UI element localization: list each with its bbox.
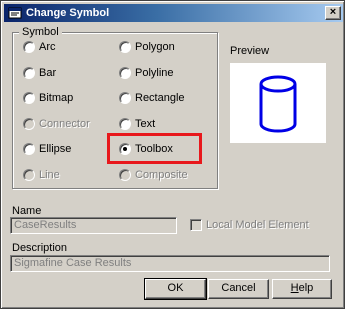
- radio-rectangle[interactable]: Rectangle: [119, 91, 185, 105]
- description-label: Description: [12, 242, 68, 254]
- radio-bar[interactable]: Bar: [23, 66, 56, 80]
- radio-arc[interactable]: Arc: [23, 40, 56, 54]
- radio-button[interactable]: [119, 118, 131, 130]
- radio-line: Line: [23, 168, 60, 182]
- change-symbol-dialog: Change Symbol × Symbol Arc Polygon Bar P…: [0, 0, 345, 309]
- radio-label: Bar: [39, 67, 57, 79]
- radio-button: [23, 169, 35, 181]
- radio-label: Line: [39, 169, 60, 181]
- radio-label: Bitmap: [39, 92, 74, 104]
- preview-label: Preview: [230, 45, 270, 57]
- radio-label: Rectangle: [135, 92, 185, 104]
- radio-button[interactable]: [23, 143, 35, 155]
- toolbox-highlight-annotation: [107, 133, 202, 164]
- help-button[interactable]: Help: [272, 279, 332, 299]
- radio-composite: Composite: [119, 168, 188, 182]
- dialog-icon: [8, 7, 22, 19]
- radio-button[interactable]: [23, 41, 35, 53]
- cancel-button[interactable]: Cancel: [208, 279, 269, 299]
- window-title: Change Symbol: [26, 7, 110, 19]
- help-label-rest: elp: [298, 282, 314, 294]
- radio-button[interactable]: [23, 67, 35, 79]
- symbol-group-label: Symbol: [19, 25, 62, 39]
- radio-label: Composite: [135, 169, 188, 181]
- radio-label: Arc: [39, 41, 56, 53]
- radio-polyline[interactable]: Polyline: [119, 66, 174, 80]
- radio-button[interactable]: [119, 67, 131, 79]
- description-field[interactable]: Sigmafine Case Results: [10, 255, 330, 272]
- radio-button: [119, 169, 131, 181]
- radio-label: Polyline: [135, 67, 174, 79]
- checkbox-label: Local Model Element: [206, 219, 309, 231]
- radio-ellipse[interactable]: Ellipse: [23, 142, 71, 156]
- local-model-element-checkbox[interactable]: Local Model Element: [190, 218, 309, 232]
- radio-button[interactable]: [23, 92, 35, 104]
- radio-label: Ellipse: [39, 143, 72, 155]
- help-accelerator: H: [290, 282, 299, 294]
- radio-label: Connector: [39, 118, 90, 130]
- name-field[interactable]: CaseResults: [10, 217, 177, 234]
- cylinder-icon: [259, 75, 297, 133]
- name-label: Name: [12, 205, 42, 217]
- title-bar[interactable]: Change Symbol ×: [4, 4, 343, 22]
- radio-text[interactable]: Text: [119, 117, 155, 131]
- symbol-groupbox: [12, 32, 218, 189]
- radio-label: Text: [135, 118, 156, 130]
- radio-button: [23, 118, 35, 130]
- radio-bitmap[interactable]: Bitmap: [23, 91, 73, 105]
- close-icon[interactable]: ×: [325, 6, 341, 20]
- checkbox-box[interactable]: [190, 219, 202, 231]
- radio-button[interactable]: [119, 41, 131, 53]
- radio-button[interactable]: [119, 92, 131, 104]
- radio-connector: Connector: [23, 117, 90, 131]
- radio-label: Polygon: [135, 41, 175, 53]
- preview-pane: [230, 63, 326, 143]
- ok-button[interactable]: OK: [144, 278, 207, 300]
- radio-polygon[interactable]: Polygon: [119, 40, 175, 54]
